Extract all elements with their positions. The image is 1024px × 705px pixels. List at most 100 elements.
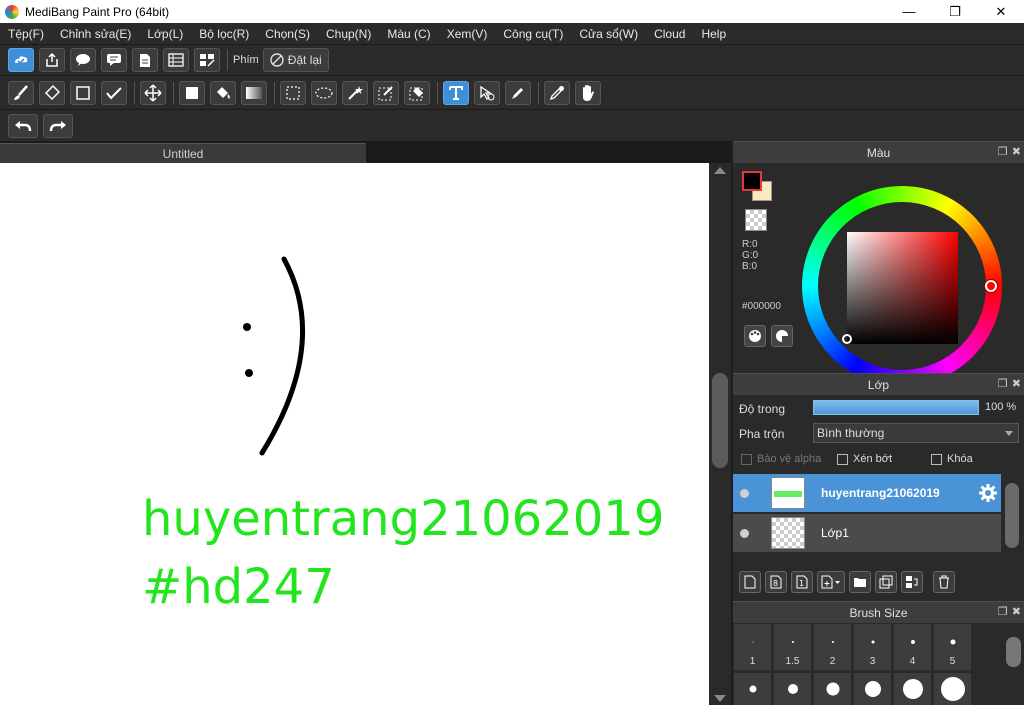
undo-icon[interactable] [8, 113, 38, 138]
brush-size-cell[interactable]: 1.5 [773, 623, 812, 671]
layer-row[interactable]: huyentrang21062019 [733, 474, 1001, 512]
panel-close-icon[interactable]: ✖ [1012, 145, 1021, 158]
brush-size-scrollbar[interactable] [1003, 623, 1024, 705]
lasso-tool-icon[interactable] [311, 80, 337, 105]
menu-color[interactable]: Màu (C) [381, 27, 436, 41]
folder-icon[interactable] [849, 571, 871, 593]
clipping-checkbox[interactable]: Xén bớt [837, 453, 892, 465]
brush-size-cell[interactable] [893, 672, 932, 705]
drawing-canvas[interactable]: huyentrang21062019 #hd247 [0, 163, 709, 705]
brush-size-cell[interactable]: 4 [893, 623, 932, 671]
brush-size-cell[interactable] [773, 672, 812, 705]
rectangle-tool-icon[interactable] [70, 80, 96, 105]
dropper-tool-icon[interactable] [505, 80, 531, 105]
eraser-tool-icon[interactable] [39, 80, 65, 105]
protect-alpha-checkbox[interactable]: Bảo vệ alpha [741, 453, 821, 465]
color-marker[interactable] [842, 334, 852, 344]
bucket-tool-icon[interactable] [210, 80, 236, 105]
minimize-button[interactable]: — [886, 0, 932, 23]
brush-dot [940, 677, 965, 701]
list-icon[interactable] [163, 48, 189, 72]
grid-icon[interactable] [194, 48, 220, 72]
saturation-value-square[interactable] [847, 232, 958, 344]
reset-button[interactable]: Đặt lại [262, 48, 329, 72]
menu-layer[interactable]: Lớp(L) [141, 27, 189, 41]
scrollbar-thumb[interactable] [1006, 637, 1021, 667]
visibility-eye-icon[interactable] [740, 488, 749, 498]
scroll-up-icon[interactable] [714, 167, 726, 174]
visibility-eye-icon[interactable] [740, 528, 749, 538]
select-rect-tool-icon[interactable] [280, 80, 306, 105]
upload-icon[interactable] [39, 48, 65, 72]
fill-shape-tool-icon[interactable] [179, 80, 205, 105]
operation-tool-icon[interactable] [474, 80, 500, 105]
palette-icon[interactable] [744, 325, 766, 347]
panel-close-icon[interactable]: ✖ [1012, 377, 1021, 390]
brush-size-cell[interactable] [733, 672, 772, 705]
comment-icon[interactable] [70, 48, 96, 72]
document-icon[interactable] [132, 48, 158, 72]
gradient-tool-icon[interactable] [241, 80, 267, 105]
maximize-button[interactable]: ❐ [932, 0, 978, 23]
brush-tool-icon[interactable] [8, 80, 34, 105]
chat-icon[interactable] [101, 48, 127, 72]
new-1bit-layer-icon[interactable]: 1 [791, 571, 813, 593]
move-tool-icon[interactable] [140, 80, 166, 105]
brush-size-cell[interactable]: 2 [813, 623, 852, 671]
menu-view[interactable]: Xem(V) [441, 27, 494, 41]
menu-cloud[interactable]: Cloud [648, 27, 691, 41]
panel-close-icon[interactable]: ✖ [1012, 605, 1021, 618]
select-pen-tool-icon[interactable] [373, 80, 399, 105]
scrollbar-thumb[interactable] [712, 373, 728, 468]
hand-tool-icon[interactable] [575, 80, 601, 105]
trash-icon[interactable] [933, 571, 955, 593]
menu-snap[interactable]: Chụp(N) [320, 27, 377, 41]
menu-edit[interactable]: Chỉnh sửa(E) [54, 27, 137, 41]
select-eraser-tool-icon[interactable] [404, 80, 430, 105]
dot-line-tool-icon[interactable] [101, 80, 127, 105]
close-button[interactable]: ✕ [978, 0, 1024, 23]
brush-size-cell[interactable] [813, 672, 852, 705]
undock-icon[interactable]: ❐ [998, 605, 1008, 618]
menu-file[interactable]: Tệp(F) [2, 27, 50, 41]
brush-size-cell[interactable]: 1 [733, 623, 772, 671]
lock-checkbox[interactable]: Khóa [931, 453, 973, 465]
text-tool-icon[interactable] [443, 80, 469, 105]
layer-row[interactable]: Lớp1 [733, 514, 1001, 552]
menu-tools[interactable]: Công cụ(T) [497, 27, 569, 41]
opacity-slider[interactable] [813, 400, 979, 415]
eyedropper-tool-icon[interactable] [544, 80, 570, 105]
menu-filter[interactable]: Bộ lọc(R) [193, 27, 255, 41]
hue-marker[interactable] [985, 280, 997, 292]
brush-size-cell[interactable] [933, 672, 972, 705]
document-tab[interactable]: Untitled [0, 143, 366, 163]
brush-size-cell[interactable]: 3 [853, 623, 892, 671]
duplicate-layer-icon[interactable] [875, 571, 897, 593]
undock-icon[interactable]: ❐ [998, 145, 1008, 158]
menu-window[interactable]: Cửa sổ(W) [573, 27, 644, 41]
menu-help[interactable]: Help [695, 27, 732, 41]
scrollbar-thumb[interactable] [1005, 483, 1019, 548]
blend-mode-select[interactable]: Bình thường [813, 423, 1019, 443]
redo-icon[interactable] [43, 113, 73, 138]
canvas-text-line1: huyentrang21062019 [142, 491, 665, 547]
new-layer-icon[interactable] [739, 571, 761, 593]
color-settings-icon[interactable] [771, 325, 793, 347]
gear-icon[interactable] [978, 483, 998, 503]
layer-toolbar: 8 1 [733, 567, 1024, 597]
layer-thumbnail [771, 477, 805, 509]
cloud-save-icon[interactable] [8, 48, 34, 72]
new-halftone-layer-icon[interactable]: 8 [765, 571, 787, 593]
transparent-color-swatch[interactable] [745, 209, 767, 231]
scroll-down-icon[interactable] [714, 695, 726, 702]
canvas-vertical-scrollbar[interactable] [709, 163, 731, 705]
magic-wand-tool-icon[interactable] [342, 80, 368, 105]
brush-size-label: 4 [909, 656, 916, 667]
brush-size-cell[interactable]: 5 [933, 623, 972, 671]
menu-select[interactable]: Chọn(S) [259, 27, 316, 41]
add-layer-dropdown-icon[interactable] [817, 571, 845, 593]
merge-layer-icon[interactable] [901, 571, 923, 593]
foreground-color-swatch[interactable] [742, 171, 762, 191]
brush-size-cell[interactable] [853, 672, 892, 705]
undock-icon[interactable]: ❐ [998, 377, 1008, 390]
